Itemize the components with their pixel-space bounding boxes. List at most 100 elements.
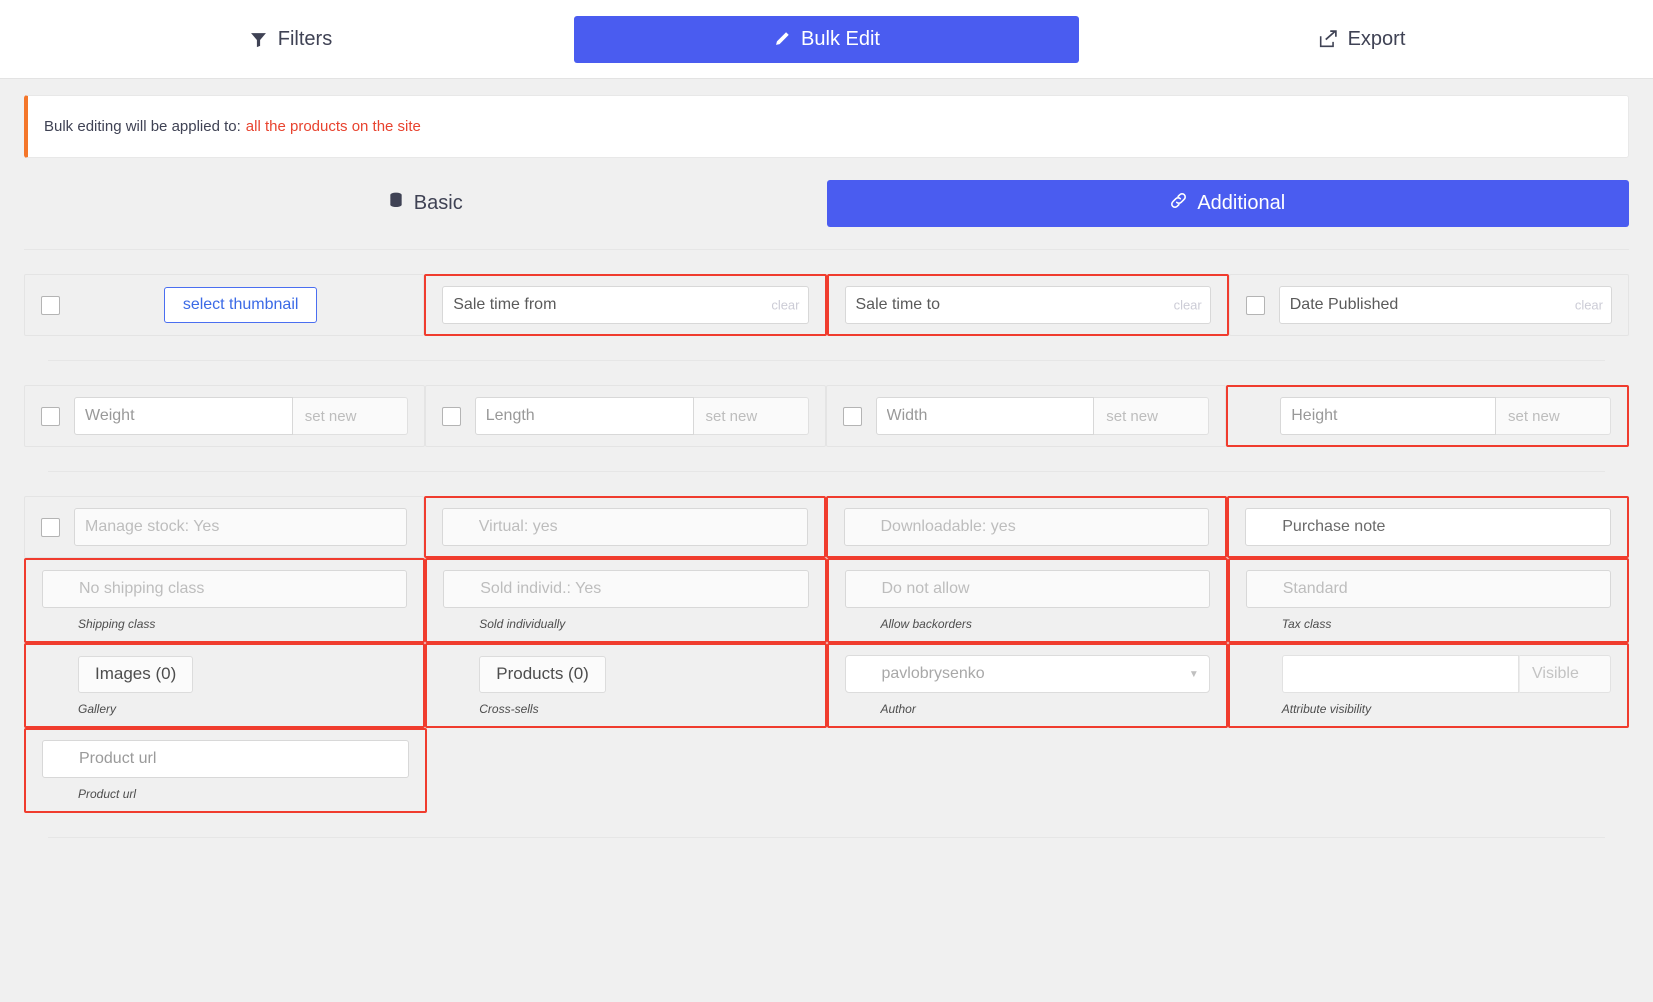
field-row-4: No shipping class Shipping class Sold in… [24, 558, 1629, 643]
length-placeholder: Length [485, 407, 535, 424]
field-attribute-visibility: Visible Attribute visibility [1227, 643, 1629, 728]
notice-text: Bulk editing will be applied to: [44, 118, 241, 135]
author-value: pavlobrysenko [881, 665, 985, 682]
height-set-new[interactable]: set new [1496, 397, 1611, 435]
allow-backorders-value: Do not allow [881, 580, 970, 597]
field-row-3: Manage stock: Yes Virtual: yes Downloada… [24, 496, 1629, 558]
tax-class-label: Tax class [1281, 617, 1332, 631]
date-published-checkbox[interactable] [1245, 295, 1265, 315]
field-row-2: Weight set new Length set new Width set … [24, 385, 1629, 447]
purchase-note-input[interactable]: Purchase note [1245, 508, 1611, 546]
virtual-select[interactable]: Virtual: yes [441, 508, 808, 546]
weight-checkbox[interactable] [41, 406, 60, 426]
attribute-visibility-tag[interactable]: Visible [1519, 655, 1611, 693]
notice-target-link[interactable]: all the products on the site [246, 118, 421, 135]
chevron-down-icon: ▼ [1188, 668, 1199, 680]
tax-class-value: Standard [1282, 580, 1348, 597]
purchase-note-placeholder: Purchase note [1282, 518, 1386, 535]
field-thumbnail: select thumbnail [24, 274, 425, 336]
tab-basic[interactable]: Basic [24, 180, 827, 227]
field-sold-individually: Sold individ.: Yes Sold individually [425, 558, 827, 643]
product-url-input[interactable]: Product url [42, 740, 409, 778]
allow-backorders-label: Allow backorders [880, 617, 972, 631]
sale-time-to-placeholder: Sale time to [855, 296, 940, 313]
field-allow-backorders: Do not allow Allow backorders [826, 558, 1228, 643]
mode-bar: Filters Bulk Edit Export [0, 0, 1653, 79]
sale-time-from-placeholder: Sale time from [453, 296, 557, 313]
select-thumbnail-button[interactable]: select thumbnail [163, 287, 318, 323]
height-input[interactable]: Height [1280, 397, 1496, 435]
filter-icon [250, 31, 267, 48]
cross-sells-label: Cross-sells [479, 701, 539, 716]
shipping-class-select[interactable]: No shipping class [42, 570, 408, 608]
manage-stock-value: Manage stock: Yes [85, 518, 220, 535]
divider-3 [48, 837, 1605, 838]
tab-bulk-edit-label: Bulk Edit [801, 27, 880, 50]
downloadable-value: Downloadable: yes [880, 518, 1016, 535]
cross-sells-products-button[interactable]: Products (0) [479, 655, 606, 693]
author-label: Author [880, 702, 916, 716]
tab-export[interactable]: Export [1079, 16, 1645, 63]
length-set-new[interactable]: set new [693, 397, 809, 435]
width-placeholder: Width [886, 407, 928, 424]
date-published-input[interactable]: Date Published clear [1278, 286, 1612, 324]
field-virtual: Virtual: yes [423, 496, 826, 558]
sale-time-to-clear[interactable]: clear [1174, 298, 1202, 313]
author-select[interactable]: pavlobrysenko ▼ [844, 655, 1210, 693]
database-icon [388, 192, 404, 215]
sale-time-to-input[interactable]: Sale time to clear [844, 286, 1211, 324]
gallery-label: Gallery [78, 701, 117, 716]
tab-export-label: Export [1347, 27, 1406, 50]
field-shipping-class: No shipping class Shipping class [24, 558, 426, 643]
sold-individually-value: Sold individ.: Yes [480, 580, 602, 597]
field-width: Width set new [825, 385, 1227, 447]
width-set-new[interactable]: set new [1094, 397, 1210, 435]
shipping-class-value: No shipping class [79, 580, 205, 597]
tab-additional-label: Additional [1197, 192, 1286, 214]
virtual-value: Virtual: yes [478, 518, 558, 535]
width-checkbox[interactable] [842, 406, 862, 426]
tab-filters[interactable]: Filters [8, 16, 574, 63]
length-checkbox[interactable] [441, 406, 461, 426]
sold-individually-label: Sold individually [479, 617, 566, 631]
field-downloadable: Downloadable: yes [825, 496, 1228, 558]
height-placeholder: Height [1291, 407, 1338, 424]
pencil-icon [773, 31, 790, 48]
allow-backorders-select[interactable]: Do not allow [844, 570, 1210, 608]
attribute-visibility-input[interactable] [1281, 655, 1519, 693]
date-published-clear[interactable]: clear [1575, 298, 1603, 313]
product-url-placeholder: Product url [79, 750, 157, 767]
tab-additional[interactable]: Additional [826, 180, 1629, 227]
manage-stock-select[interactable]: Manage stock: Yes [74, 508, 407, 546]
field-weight: Weight set new [24, 385, 425, 447]
field-row-5: Images (0) Gallery Products (0) Cross-se… [24, 643, 1629, 728]
notice-wrapper: Bulk editing will be applied to: all the… [0, 79, 1653, 158]
field-manage-stock: Manage stock: Yes [24, 496, 424, 558]
tab-bulk-edit[interactable]: Bulk Edit [574, 15, 1079, 63]
divider-2 [48, 471, 1605, 472]
gallery-images-button[interactable]: Images (0) [78, 655, 194, 693]
bulk-edit-scope-notice: Bulk editing will be applied to: all the… [24, 95, 1629, 158]
field-cross-sells: Products (0) Cross-sells [425, 643, 827, 728]
field-row-6-spacer-3 [1228, 728, 1629, 813]
tab-basic-label: Basic [413, 192, 463, 214]
field-row-6-spacer-2 [828, 728, 1229, 813]
manage-stock-checkbox[interactable] [41, 517, 60, 537]
section-tabs: Basic Additional [0, 158, 1653, 227]
thumbnail-checkbox[interactable] [41, 295, 60, 315]
attribute-visibility-label: Attribute visibility [1281, 702, 1372, 716]
sale-time-from-input[interactable]: Sale time from clear [442, 286, 809, 324]
length-input[interactable]: Length [474, 397, 694, 435]
width-input[interactable]: Width [875, 397, 1095, 435]
tab-filters-label: Filters [277, 27, 333, 50]
sale-time-from-clear[interactable]: clear [771, 298, 799, 313]
downloadable-select[interactable]: Downloadable: yes [843, 508, 1210, 546]
field-date-published: Date Published clear [1228, 274, 1629, 336]
weight-placeholder: Weight [85, 407, 135, 424]
fields-grid: select thumbnail Sale time from clear Sa… [0, 250, 1653, 838]
sold-individually-select[interactable]: Sold individ.: Yes [443, 570, 809, 608]
tax-class-select[interactable]: Standard [1245, 570, 1611, 608]
weight-input[interactable]: Weight [74, 397, 293, 435]
field-product-url: Product url Product url [24, 728, 427, 813]
weight-set-new[interactable]: set new [292, 397, 408, 435]
